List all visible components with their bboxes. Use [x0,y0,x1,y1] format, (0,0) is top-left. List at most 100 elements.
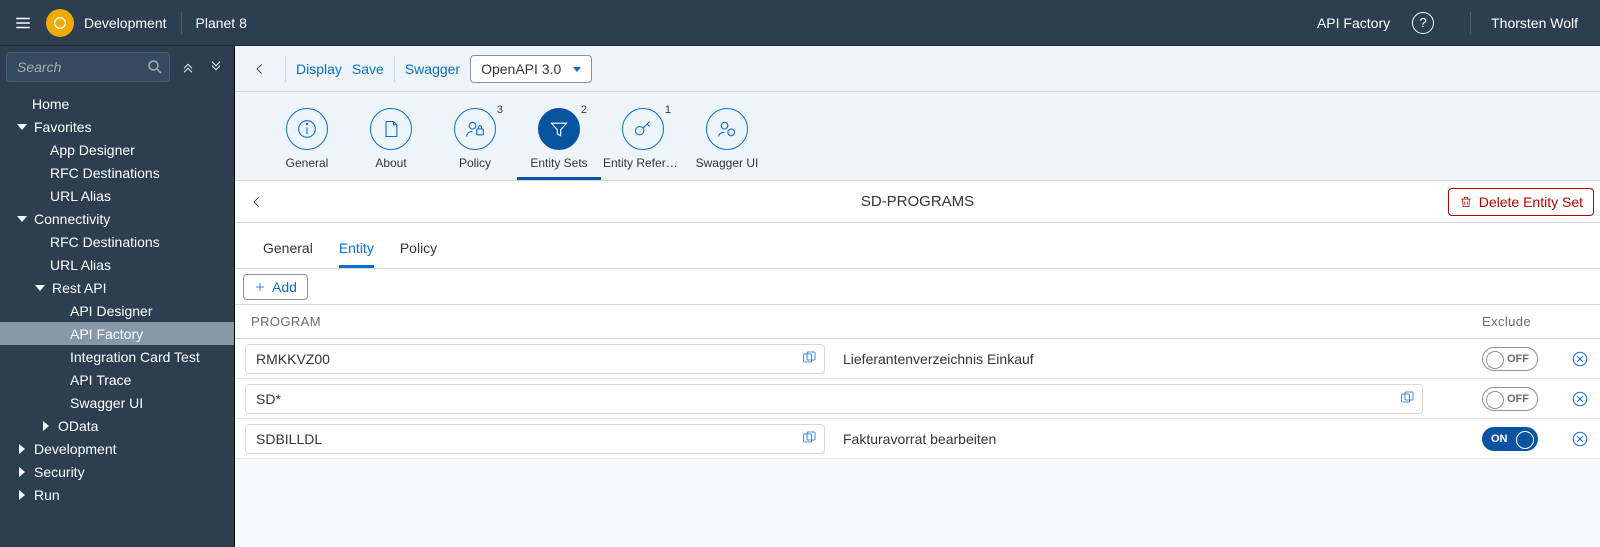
tree-development[interactable]: Development [0,437,234,460]
exclude-switch[interactable]: OFF [1482,387,1538,411]
sub-header: SD-PROGRAMS Delete Entity Set [235,181,1600,223]
breadcrumb-planet8[interactable]: Planet 8 [196,15,247,31]
tree-fav-rfc[interactable]: RFC Destinations [0,161,234,184]
section-about[interactable]: About [349,108,433,180]
sidebar: Home Favorites App Designer RFC Destinat… [0,46,235,547]
section-swagger-ui[interactable]: Swagger UI [685,108,769,180]
spec-version-select[interactable]: OpenAPI 3.0 [470,55,592,83]
add-button[interactable]: Add [243,274,308,300]
delete-row-button[interactable] [1560,430,1600,448]
tree-odata[interactable]: OData [0,414,234,437]
action-bar-divider [394,56,395,82]
tab-entity[interactable]: Entity [339,240,374,268]
display-button[interactable]: Display [296,61,342,77]
program-description: Lieferantenverzeichnis Einkauf [835,351,1482,367]
plus-icon [254,281,266,293]
entity-back-button[interactable] [235,195,279,209]
search-wrap [6,52,170,82]
exclude-switch[interactable]: OFF [1482,347,1538,371]
program-input[interactable] [245,384,1423,414]
col-header-exclude: Exclude [1482,314,1560,329]
breadcrumb-divider [181,12,182,34]
expand-all-icon[interactable] [178,57,198,77]
entity-refs-badge: 1 [665,104,671,116]
column-headers: PROGRAM Exclude [235,305,1600,339]
user-name[interactable]: Thorsten Wolf [1491,15,1578,31]
caret-right-icon [16,467,28,477]
top-bar: Development Planet 8 API Factory ? Thors… [0,0,1600,46]
section-policy[interactable]: 3 Policy [433,108,517,180]
program-description: Fakturavorrat bearbeiten [835,431,1482,447]
info-icon [297,119,317,139]
tree-favorites[interactable]: Favorites [0,115,234,138]
tree-home[interactable]: Home [0,92,234,115]
delete-row-button[interactable] [1560,390,1600,408]
caret-down-icon [16,122,28,132]
add-row-bar: Add [235,269,1600,305]
col-header-program: PROGRAM [235,314,835,329]
tree-api-factory[interactable]: API Factory [0,322,234,345]
main-panel: Display Save Swagger OpenAPI 3.0 General… [235,46,1600,547]
filter-icon [549,119,569,139]
tree-conn-urlalias[interactable]: URL Alias [0,253,234,276]
save-button[interactable]: Save [352,61,384,77]
delete-entity-set-button[interactable]: Delete Entity Set [1448,188,1594,216]
table-row: Lieferantenverzeichnis EinkaufOFF [235,339,1600,379]
user-lock-icon [465,119,485,139]
caret-down-icon [34,283,46,293]
search-icon [146,58,164,76]
section-nav: General About 3 Policy 2 Entity Sets 1 E… [235,92,1600,181]
tab-general[interactable]: General [263,240,313,268]
exclude-switch[interactable]: ON [1482,427,1538,451]
tree-rest-api[interactable]: Rest API [0,276,234,299]
value-help-icon[interactable] [1399,390,1417,408]
nav-back-button[interactable] [245,54,275,84]
collapse-all-icon[interactable] [206,57,226,77]
section-entity-references[interactable]: 1 Entity Refere… [601,108,685,180]
action-bar-divider [285,56,286,82]
tree-home-label: Home [32,96,69,112]
tree-api-trace[interactable]: API Trace [0,368,234,391]
section-general[interactable]: General [265,108,349,180]
app-title: API Factory [1317,15,1390,31]
tree-integration-card-test[interactable]: Integration Card Test [0,345,234,368]
navigation-tree: Home Favorites App Designer RFC Destinat… [0,88,234,547]
breadcrumb-development[interactable]: Development [84,15,167,31]
help-icon[interactable]: ? [1412,12,1434,34]
tree-security[interactable]: Security [0,460,234,483]
swagger-button[interactable]: Swagger [405,61,460,77]
hamburger-icon[interactable] [0,14,46,32]
caret-right-icon [16,444,28,454]
chevron-down-icon [571,63,583,75]
action-bar: Display Save Swagger OpenAPI 3.0 [235,46,1600,92]
caret-down-icon [16,214,28,224]
entity-sets-badge: 2 [581,104,587,116]
program-input[interactable] [245,344,825,374]
caret-right-icon [16,490,28,500]
policy-badge: 3 [497,104,503,116]
tree-swagger-ui[interactable]: Swagger UI [0,391,234,414]
delete-row-button[interactable] [1560,350,1600,368]
tree-favorites-label: Favorites [34,119,92,135]
tab-policy[interactable]: Policy [400,240,437,268]
program-input[interactable] [245,424,825,454]
section-entity-sets[interactable]: 2 Entity Sets [517,108,601,180]
tree-api-designer[interactable]: API Designer [0,299,234,322]
tree-connectivity[interactable]: Connectivity [0,207,234,230]
entity-set-title: SD-PROGRAMS [861,193,974,210]
trash-icon [1459,195,1473,209]
spec-version-label: OpenAPI 3.0 [481,61,561,77]
value-help-icon[interactable] [801,430,819,448]
entity-tabs: General Entity Policy [235,223,1600,269]
key-icon [633,119,653,139]
tree-fav-app-designer[interactable]: App Designer [0,138,234,161]
table-row: OFF [235,379,1600,419]
tree-conn-rfc[interactable]: RFC Destinations [0,230,234,253]
caret-right-icon [40,421,52,431]
tree-run[interactable]: Run [0,483,234,506]
user-divider [1470,12,1471,34]
value-help-icon[interactable] [801,350,819,368]
tree-fav-urlalias[interactable]: URL Alias [0,184,234,207]
app-logo[interactable] [46,9,74,37]
swagger-icon [717,119,737,139]
